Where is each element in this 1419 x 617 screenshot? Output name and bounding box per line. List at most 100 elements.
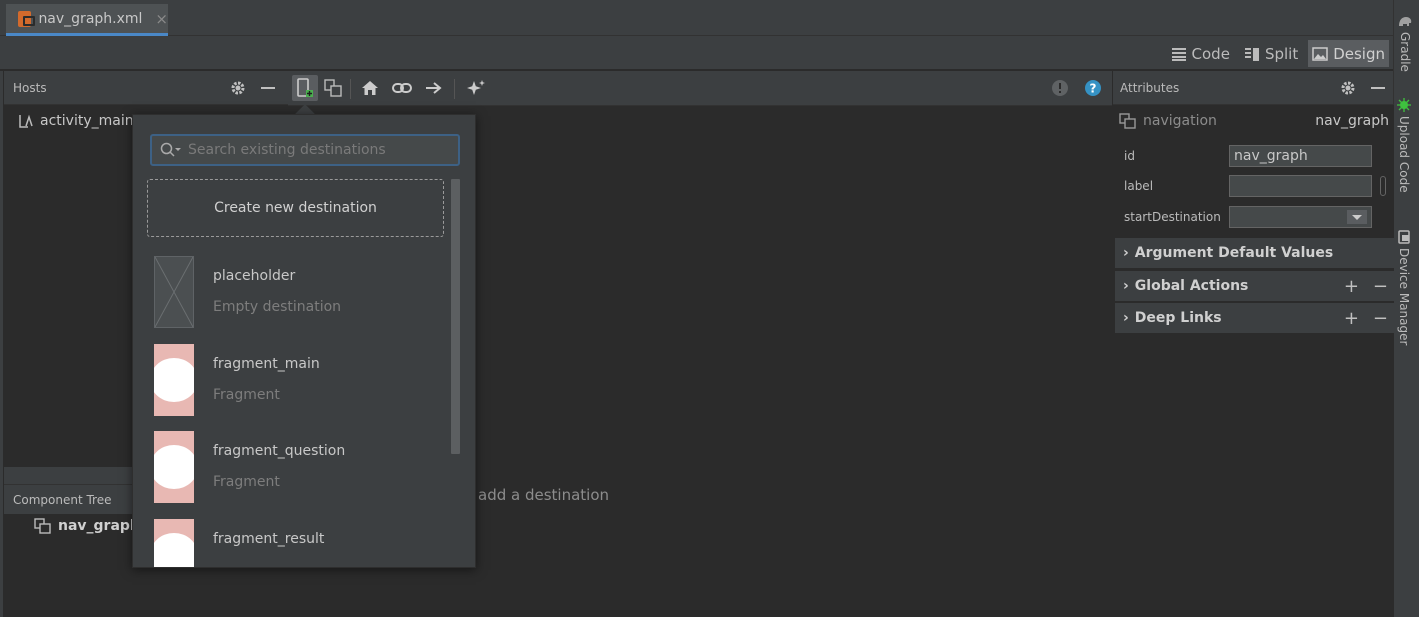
layout-file-icon [19,114,33,128]
device-manager-tool-button[interactable]: Device Manager [1397,230,1411,345]
svg-text:?: ? [1090,82,1097,96]
design-mode-button[interactable]: Design [1308,40,1389,67]
label-input[interactable] [1229,175,1372,197]
warning-icon [1052,80,1068,96]
id-input[interactable]: nav_graph [1229,145,1372,167]
split-icon [1244,47,1259,61]
add-action-button[interactable] [421,75,447,101]
right-tool-gutter: Gradle Upload Code Device Manager [1393,0,1419,617]
search-icon [160,142,181,157]
tree-item-nav-graph[interactable]: nav_graph [34,518,140,534]
design-mode-label: Design [1333,44,1385,63]
chevron-right-icon: › [1123,310,1129,326]
host-item-activity-main[interactable]: activity_main [18,113,134,129]
host-label: activity_main [40,113,134,129]
section-label: Argument Default Values [1134,245,1334,261]
device-icon [1398,230,1410,244]
destination-item-fragment-question[interactable]: fragment_question Fragment [154,431,444,505]
destination-item-fragment-main[interactable]: fragment_main Fragment [154,344,444,418]
code-mode-label: Code [1191,44,1230,63]
navigation-summary: navigation nav_graph [1119,113,1389,129]
label-resource-picker[interactable] [1380,176,1386,196]
upload-code-tool-button[interactable]: Upload Code [1397,98,1411,193]
sparkle-icon [467,80,485,95]
destination-name: fragment_result [213,531,325,547]
warnings-indicator[interactable] [1047,75,1073,101]
lines-icon [1171,47,1186,61]
hosts-title: Hosts [13,80,47,95]
destination-type: Empty destination [213,299,342,315]
arrow-right-icon [426,82,442,94]
image-icon [1312,46,1328,61]
start-destination-label: startDestination [1124,210,1221,224]
add-icon[interactable]: + [1344,308,1359,329]
remove-icon[interactable]: − [1373,276,1388,297]
chevron-right-icon: › [1123,278,1129,294]
create-new-destination-button[interactable]: Create new destination [147,179,444,237]
label-label: label [1124,179,1154,193]
destination-item-fragment-result[interactable]: fragment_result [154,519,444,567]
id-label: id [1124,149,1135,163]
hosts-header: Hosts [4,71,288,105]
view-mode-bar: Code Split Design [0,36,1393,70]
gear-icon[interactable] [1340,80,1356,96]
minimize-icon[interactable] [260,80,276,96]
destination-search[interactable] [150,134,460,166]
link-icon [392,83,412,93]
search-input[interactable] [188,142,448,158]
nested-graph-button[interactable] [320,75,346,101]
upload-code-label: Upload Code [1397,116,1411,193]
add-icon[interactable]: + [1344,276,1359,297]
tree-item-label: nav_graph [58,518,140,534]
xml-file-icon [18,10,36,27]
minimize-icon[interactable] [1370,80,1386,96]
empty-canvas-hint: add a destination [478,486,610,504]
argument-default-values-section[interactable]: › Argument Default Values [1115,238,1394,269]
fragment-thumbnail [154,431,194,503]
destination-item-placeholder[interactable]: placeholder Empty destination [154,256,444,330]
popup-scrollbar[interactable] [451,179,460,454]
navigation-icon [34,518,51,534]
split-mode-label: Split [1264,44,1299,63]
remove-icon[interactable]: − [1373,308,1388,329]
new-destination-button[interactable] [292,75,318,101]
start-destination-button[interactable] [357,75,383,101]
gear-icon[interactable] [230,80,246,96]
deep-links-section[interactable]: › Deep Links + − [1115,303,1394,334]
destination-name: placeholder [213,268,296,284]
section-label: Global Actions [1134,278,1249,294]
label-field-row: label [1124,175,1386,197]
device-manager-label: Device Manager [1397,248,1411,346]
help-icon: ? [1085,80,1101,96]
attributes-header: Attributes [1113,71,1394,105]
tab-label: nav_graph.xml [38,10,143,27]
fragment-thumbnail [154,344,194,416]
id-field-row: id nav_graph [1124,145,1372,167]
start-destination-row: startDestination [1124,206,1372,228]
help-button[interactable]: ? [1080,75,1106,101]
deep-link-button[interactable] [389,75,415,101]
tab-nav-graph[interactable]: nav_graph.xml × [6,4,168,36]
destination-name: fragment_question [213,443,346,459]
attributes-title: Attributes [1120,80,1180,95]
destination-type: Fragment [213,387,280,403]
navigation-id-value: nav_graph [1315,113,1389,129]
global-actions-section[interactable]: › Global Actions + − [1115,271,1394,302]
bug-icon [1397,98,1411,112]
navigation-type-label: navigation [1143,113,1217,129]
attributes-body: navigation nav_graph id nav_graph label … [1113,105,1394,617]
chevron-down-icon [1347,210,1367,224]
home-icon [362,81,378,95]
close-icon[interactable]: × [155,10,168,28]
split-mode-button[interactable]: Split [1240,40,1302,67]
chevron-right-icon: › [1123,245,1129,261]
auto-arrange-button[interactable] [463,75,489,101]
fragment-thumbnail [154,519,194,567]
placeholder-thumbnail [154,256,194,328]
gradle-tool-button[interactable]: Gradle [1397,14,1413,72]
editor-toolbar: ? [288,71,1112,106]
code-mode-button[interactable]: Code [1167,40,1234,67]
destination-name: fragment_main [213,356,320,372]
start-destination-select[interactable] [1229,206,1372,228]
navigation-icon [1119,113,1136,129]
